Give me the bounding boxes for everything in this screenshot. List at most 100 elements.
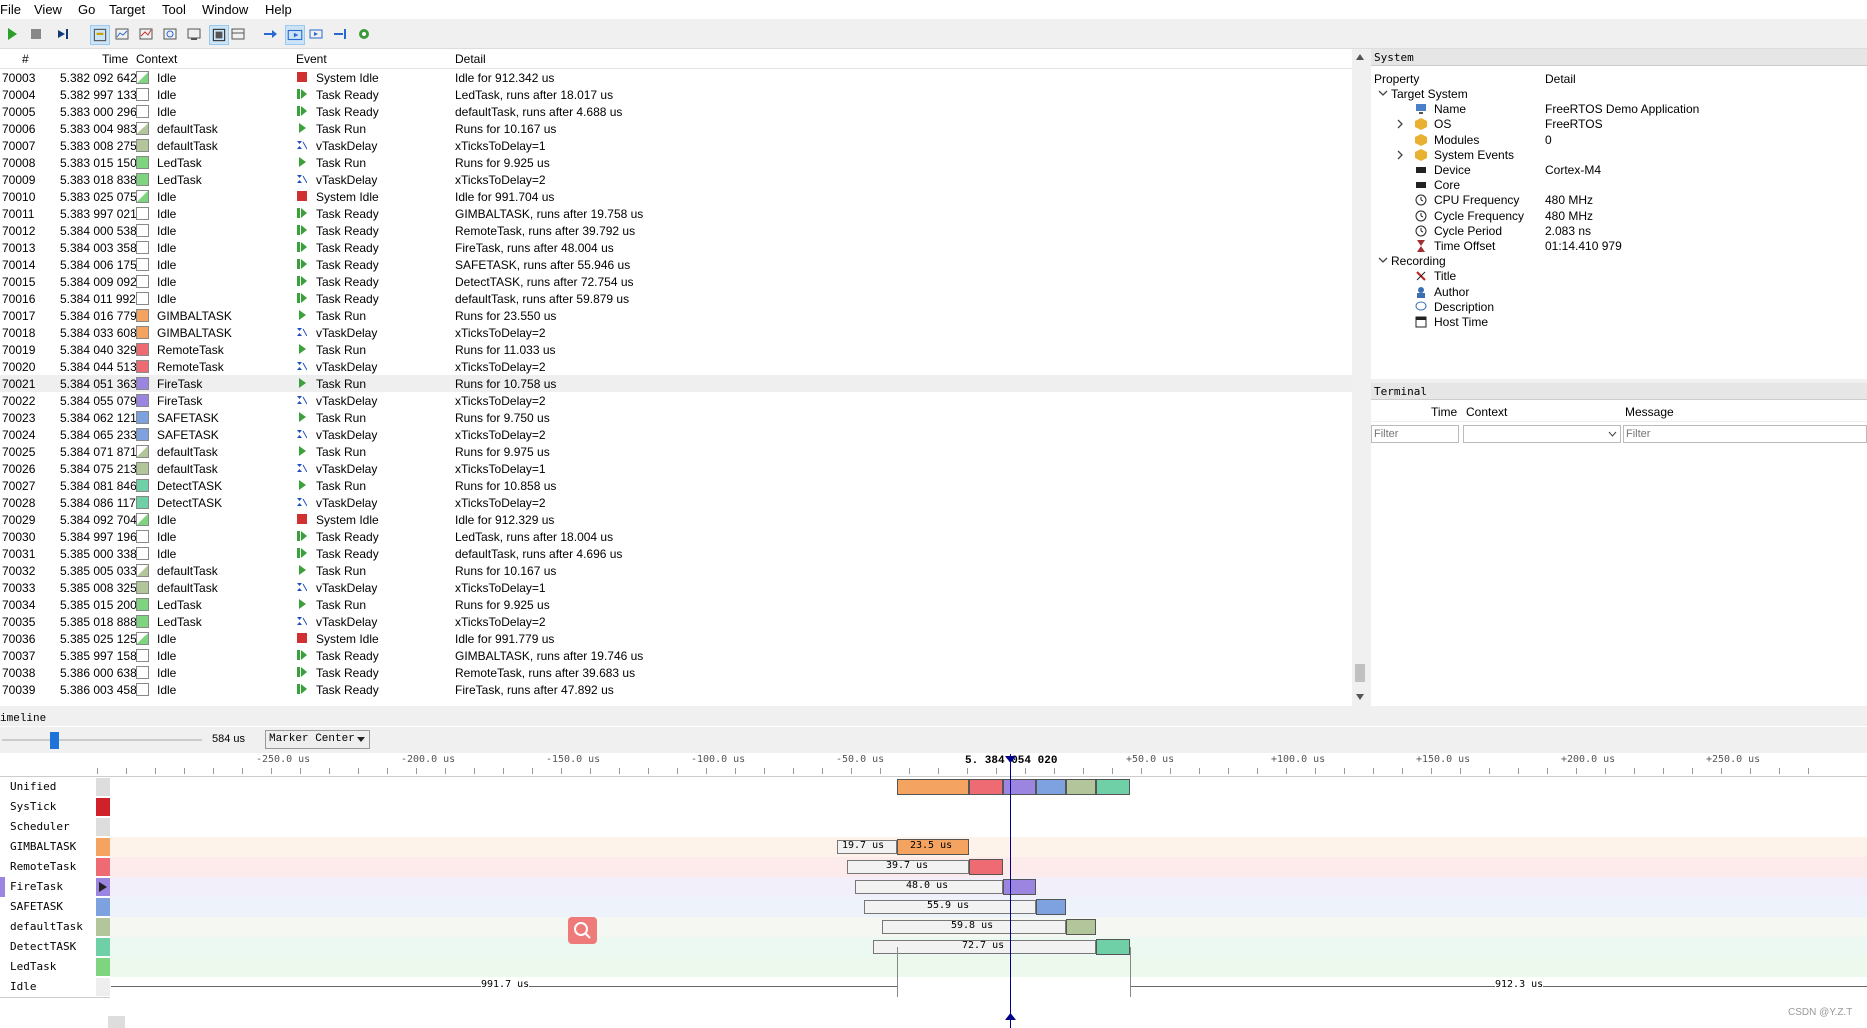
event-row[interactable]: 70017 5.384 016 779 GIMBALTASK Task Run Runs… [0, 307, 1352, 324]
event-row[interactable]: 70023 5.384 062 121 SAFETASK Task Run Runs f… [0, 409, 1352, 426]
event-row[interactable]: 70015 5.384 009 092 Idle Task Ready DetectTA… [0, 273, 1352, 290]
event-row[interactable]: 70022 5.384 055 079 FireTask vTaskDelay xTic… [0, 392, 1352, 409]
menu-file[interactable]: File [0, 2, 21, 17]
event-row[interactable]: 70012 5.384 000 538 Idle Task Ready RemoteTa… [0, 222, 1352, 239]
goto-end-icon[interactable] [332, 26, 348, 42]
chevron-right-icon[interactable] [1396, 119, 1406, 129]
time-ruler[interactable]: 5. 384 054 020 -250.0 us -200.0 us -150.0 … [0, 754, 1867, 777]
event-row[interactable]: 70025 5.384 071 871 defaultTask Task Run Run… [0, 443, 1352, 460]
expand-track-icon[interactable] [99, 882, 107, 892]
mode-select[interactable]: Marker Center [265, 730, 370, 749]
event-row[interactable]: 70027 5.384 081 846 DetectTASK Task Run Runs… [0, 477, 1352, 494]
safe-run-segment[interactable] [1036, 899, 1066, 915]
event-row[interactable]: 70019 5.384 040 329 RemoteTask Task Run Runs… [0, 341, 1352, 358]
event-row[interactable]: 70036 5.385 025 125 Idle System Idle Idle fo… [0, 630, 1352, 647]
track-row[interactable]: LedTask [0, 957, 1867, 978]
event-row[interactable]: 70031 5.385 000 338 Idle Task Ready defaultT… [0, 545, 1352, 562]
event-row[interactable]: 70009 5.383 018 838 LedTask vTaskDelay xTick… [0, 171, 1352, 188]
remote-run-segment[interactable] [969, 859, 1003, 875]
event-row[interactable]: 70039 5.386 003 458 Idle Task Ready FireTask… [0, 681, 1352, 698]
event-row[interactable]: 70028 5.384 086 117 DetectTASK vTaskDelay xT… [0, 494, 1352, 511]
chevron-down-icon[interactable] [1378, 89, 1388, 99]
chart-view-icon[interactable] [114, 26, 130, 42]
fire-wait-bar[interactable]: 48.0 us [855, 880, 1003, 894]
goto-prev-icon[interactable] [285, 25, 305, 45]
track-label[interactable]: DetectTASK [0, 937, 110, 958]
track-label[interactable]: LedTask [0, 957, 110, 978]
menu-tool[interactable]: Tool [162, 2, 186, 17]
track-row[interactable]: Scheduler [0, 817, 1867, 838]
time-filter-input[interactable] [1371, 425, 1459, 443]
unified-segment[interactable] [1036, 779, 1066, 795]
track-label[interactable]: defaultTask [0, 917, 110, 938]
col-context[interactable]: Context [1466, 405, 1507, 419]
remote-wait-bar[interactable]: 39.7 us [847, 860, 969, 874]
event-row[interactable]: 70032 5.385 005 033 defaultTask Task Run Run… [0, 562, 1352, 579]
layout-view-icon[interactable] [230, 26, 246, 42]
settings-icon[interactable] [356, 26, 372, 42]
scroll-thumb[interactable] [1355, 664, 1365, 682]
col-detail[interactable]: Detail [455, 52, 486, 66]
event-row[interactable]: 70038 5.386 000 638 Idle Task Ready RemoteTa… [0, 664, 1352, 681]
col-time[interactable]: Time [1431, 405, 1457, 419]
terminal-view-icon[interactable] [186, 26, 202, 42]
col-time[interactable]: Time [102, 52, 128, 66]
idle-span[interactable]: 991.7 us [111, 979, 897, 990]
track-label[interactable]: Unified [0, 777, 110, 798]
event-row[interactable]: 70014 5.384 006 175 Idle Task Ready SAFETASK… [0, 256, 1352, 273]
property-row[interactable]: Host Time [1371, 313, 1867, 331]
col-num[interactable]: # [22, 52, 29, 66]
event-row[interactable]: 70011 5.383 997 021 Idle Task Ready GIMBALTA… [0, 205, 1352, 222]
event-row[interactable]: 70033 5.385 008 325 defaultTask vTaskDelay x… [0, 579, 1352, 596]
event-row[interactable]: 70030 5.384 997 196 Idle Task Ready LedTask,… [0, 528, 1352, 545]
track-row[interactable]: SysTick [0, 797, 1867, 818]
event-row[interactable]: 70007 5.383 008 275 defaultTask vTaskDelay x… [0, 137, 1352, 154]
search-floating-button[interactable] [568, 917, 597, 944]
context-filter-select[interactable] [1463, 425, 1621, 443]
col-message[interactable]: Message [1625, 405, 1674, 419]
col-detail[interactable]: Detail [1545, 72, 1576, 86]
event-row[interactable]: 70016 5.384 011 992 Idle Task Ready defaultT… [0, 290, 1352, 307]
default-run-segment[interactable] [1066, 919, 1096, 935]
unified-segment[interactable] [1096, 779, 1130, 795]
unified-segment[interactable] [1066, 779, 1096, 795]
col-property[interactable]: Property [1374, 72, 1419, 86]
event-row[interactable]: 70003 5.382 092 642 Idle System Idle Idle fo… [0, 69, 1352, 86]
menu-go[interactable]: Go [78, 2, 95, 17]
menu-view[interactable]: View [34, 2, 62, 17]
event-row[interactable]: 70024 5.384 065 233 SAFETASK vTaskDelay xTic… [0, 426, 1352, 443]
track-label[interactable]: FireTask [0, 877, 110, 898]
event-row[interactable]: 70006 5.383 004 983 defaultTask Task Run Run… [0, 120, 1352, 137]
zoom-slider-thumb[interactable] [50, 732, 59, 749]
chevron-down-icon[interactable] [1378, 256, 1388, 266]
fire-run-segment[interactable] [1003, 879, 1036, 895]
detect-run-segment[interactable] [1096, 939, 1130, 955]
events-view-icon[interactable] [90, 25, 110, 45]
goto-next-icon[interactable] [308, 26, 324, 42]
play-icon[interactable] [4, 26, 20, 42]
track-row[interactable]: Idle [0, 977, 1867, 998]
menu-target[interactable]: Target [109, 2, 145, 17]
detect-wait-bar[interactable]: 72.7 us [873, 940, 1096, 954]
col-context[interactable]: Context [136, 52, 177, 66]
track-label[interactable]: Scheduler [0, 817, 110, 838]
event-row[interactable]: 70008 5.383 015 150 LedTask Task Run Runs fo… [0, 154, 1352, 171]
event-row[interactable]: 70020 5.384 044 513 RemoteTask vTaskDelay xT… [0, 358, 1352, 375]
event-row[interactable]: 70034 5.385 015 200 LedTask Task Run Runs fo… [0, 596, 1352, 613]
menu-help[interactable]: Help [265, 2, 292, 17]
event-row[interactable]: 70029 5.384 092 704 Idle System Idle Idle fo… [0, 511, 1352, 528]
unified-segment[interactable] [1003, 779, 1036, 795]
marker-line[interactable] [1010, 754, 1011, 1028]
idle-span[interactable]: 912.3 us [1130, 979, 1867, 990]
event-row[interactable]: 70005 5.383 000 296 Idle Task Ready defaultT… [0, 103, 1352, 120]
scroll-up-icon[interactable] [1355, 53, 1365, 61]
graph-view-icon[interactable] [138, 26, 154, 42]
default-wait-bar[interactable]: 59.8 us [882, 920, 1066, 934]
event-row[interactable]: 70021 5.384 051 363 FireTask Task Run Runs f… [0, 375, 1352, 392]
search-view-icon[interactable] [162, 26, 178, 42]
track-label[interactable]: RemoteTask [0, 857, 110, 878]
event-row[interactable]: 70018 5.384 033 608 GIMBALTASK vTaskDelay xT… [0, 324, 1352, 341]
event-row[interactable]: 70037 5.385 997 158 Idle Task Ready GIMBALTA… [0, 647, 1352, 664]
event-row[interactable]: 70013 5.384 003 358 Idle Task Ready FireTask… [0, 239, 1352, 256]
col-event[interactable]: Event [296, 52, 327, 66]
